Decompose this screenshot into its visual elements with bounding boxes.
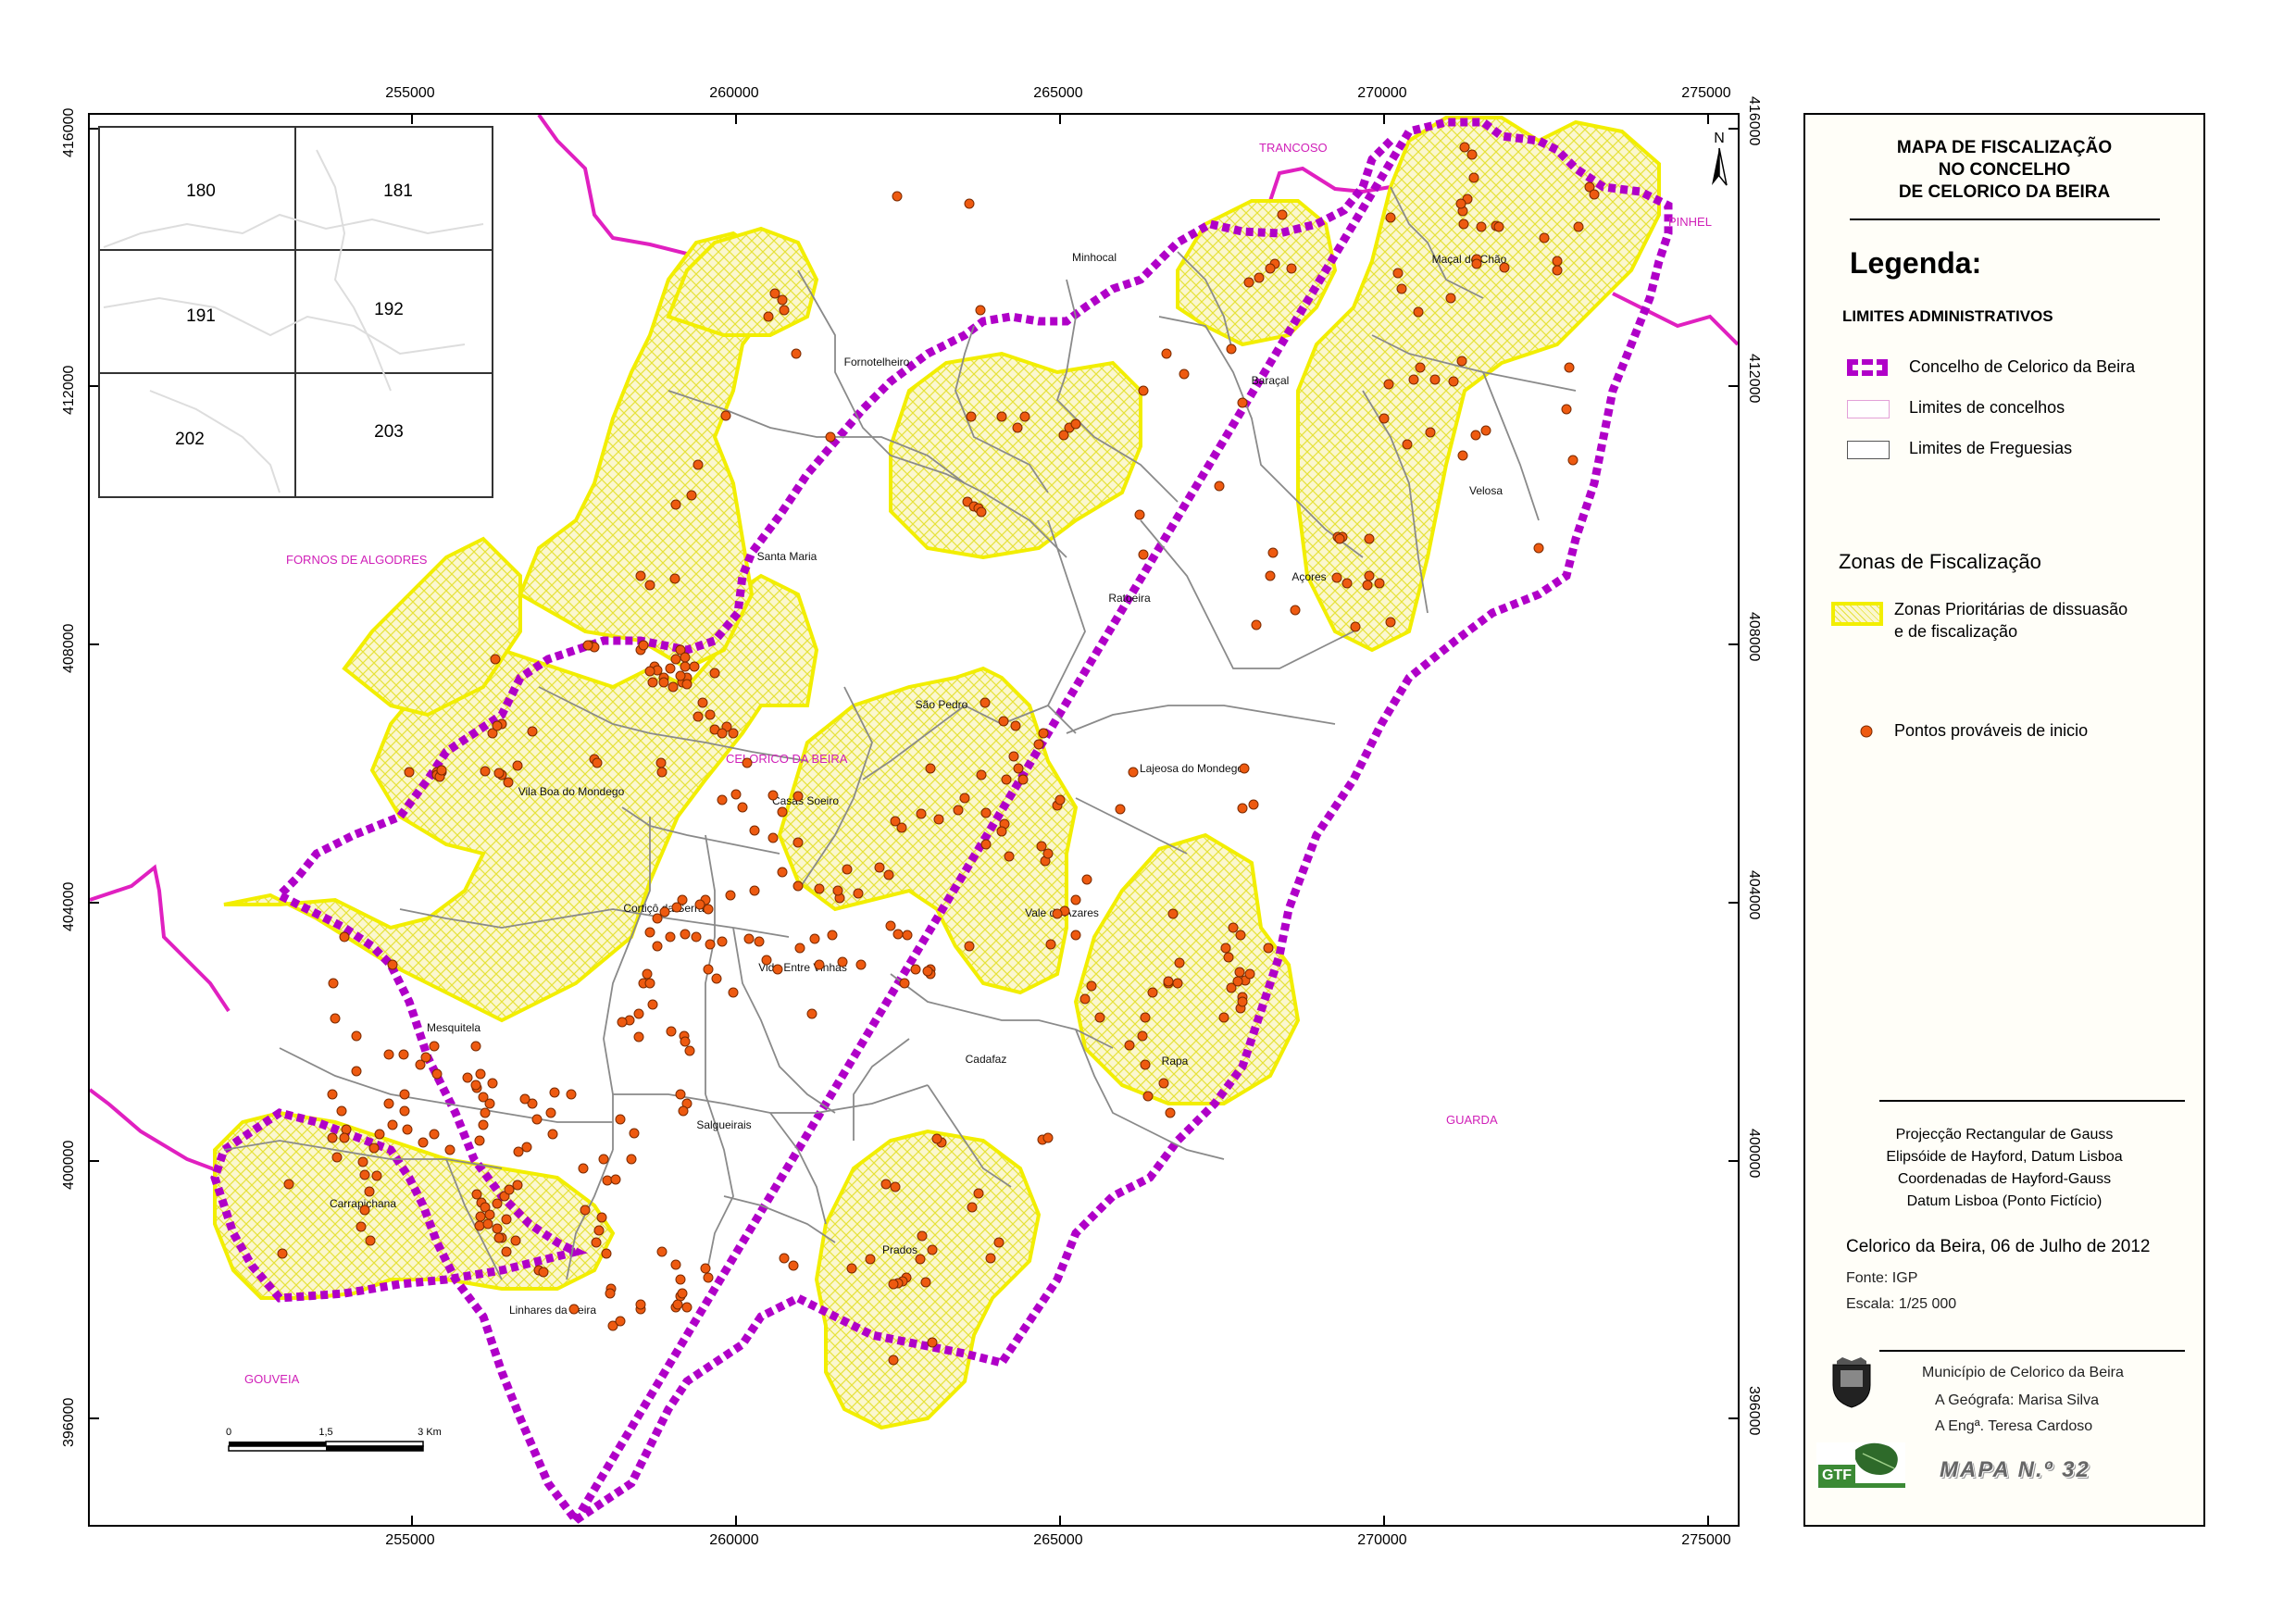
parish-label: Fornotelheiro (844, 356, 910, 368)
y-tick-label: 408000 (1746, 612, 1762, 662)
credit-municipality: Município de Celorico da Beira (1922, 1365, 2124, 1380)
inset-sheet-label: 202 (175, 430, 205, 449)
x-tick-label: 270000 (1357, 1532, 1407, 1548)
parish-label: Velosa (1469, 484, 1503, 497)
divider (1850, 218, 2160, 220)
legend-item-ignition-point: Pontos prováveis de inicio (1894, 721, 2089, 740)
parish-label: Santa Maria (757, 550, 817, 563)
parish-label: Lajeosa do Mondego (1140, 762, 1243, 775)
y-tick-label: 404000 (1746, 870, 1762, 920)
map-frame: 180 181 191 192 202 203 TRANCOSO PINHEL … (88, 113, 1740, 1527)
map-canvas: 180 181 191 192 202 203 TRANCOSO PINHEL … (90, 115, 1738, 1525)
parish-label: Vila Boa do Mondego (518, 785, 625, 798)
parish-label: São Pedro (916, 698, 968, 711)
x-tick-label: 255000 (385, 85, 435, 101)
map-source: Fonte: IGP (1846, 1270, 1918, 1286)
parish-label: Salgueirais (696, 1118, 751, 1131)
y-tick-label: 396000 (1746, 1386, 1762, 1436)
legend-item-county-limits: Limites de concelhos (1909, 398, 2065, 417)
parish-label: Ratoeira (1108, 592, 1151, 605)
map-title: MAPA DE FISCALIZAÇÃO NO CONCELHO DE CELO… (1896, 138, 2113, 202)
credit-engineer: A Engª. Teresa Cardoso (1935, 1418, 2093, 1434)
inset-sheet-label: 181 (383, 181, 413, 201)
x-tick-label: 265000 (1033, 85, 1083, 101)
north-label: N (1714, 131, 1725, 146)
credit-geographer: A Geógrafa: Marisa Silva (1935, 1392, 2099, 1408)
y-tick-label: 408000 (61, 623, 77, 673)
scale-bar: 0 1,5 3 Km (226, 1427, 442, 1452)
swatch-priority-zone (1831, 602, 1883, 626)
swatch-parish-limits (1847, 441, 1890, 459)
neighbor-label-pinhel: PINHEL (1668, 215, 1712, 229)
x-tick-label: 270000 (1357, 85, 1407, 101)
parish-label: Baraçal (1252, 374, 1290, 387)
inset-sheet-label: 191 (186, 306, 216, 326)
neighbor-label-gouveia: GOUVEIA (244, 1372, 300, 1386)
y-tick-label: 416000 (1746, 96, 1762, 146)
x-tick-label: 260000 (709, 85, 759, 101)
swatch-county-limits (1847, 400, 1890, 418)
scale-label: 1,5 (318, 1427, 332, 1438)
inset-sheet-label: 203 (374, 422, 404, 442)
gtf-logo-icon: GTF (1816, 1442, 1905, 1489)
parish-label: Cadafaz (966, 1053, 1007, 1066)
x-tick-label: 260000 (709, 1532, 759, 1548)
map-date: Celorico da Beira, 06 de Julho de 2012 (1846, 1237, 2151, 1256)
parish-label: Açores (1292, 570, 1326, 583)
svg-text:GTF: GTF (1822, 1467, 1852, 1483)
x-tick-label: 275000 (1681, 85, 1731, 101)
municipality-crest-icon (1832, 1357, 1871, 1408)
y-tick-label: 396000 (61, 1397, 77, 1447)
divider (1879, 1100, 2185, 1102)
inset-sheet-label: 180 (186, 181, 216, 201)
map-number: MAPA N.º 32 (1940, 1457, 2090, 1482)
y-tick-label: 412000 (1746, 354, 1762, 404)
x-tick-label: 265000 (1033, 1532, 1083, 1548)
y-tick-label: 400000 (61, 1140, 77, 1190)
parish-label: Casas Soeiro (772, 794, 839, 807)
admin-limits-heading: LIMITES ADMINISTRATIVOS (1842, 307, 2053, 325)
projection-info: Projecção Rectangular de Gauss Elipsóide… (1886, 1127, 2123, 1209)
parish-label: Maçal do Chão (1432, 253, 1507, 266)
scale-label: 0 (226, 1427, 231, 1438)
y-tick-label: 416000 (61, 107, 77, 157)
parish-label: Linhares da Beira (509, 1304, 596, 1317)
legend-item-parish-limits: Limites de Freguesias (1909, 439, 2073, 457)
north-arrow: N (1712, 131, 1728, 186)
parish-label: Minhocal (1072, 251, 1117, 264)
legend-heading: Legenda: (1850, 246, 1982, 280)
neighbor-label-trancoso: TRANCOSO (1259, 141, 1328, 155)
legend-item-county: Concelho de Celorico da Beira (1909, 357, 2136, 376)
parish-label: Vide Entre Vinhas (758, 961, 847, 974)
swatch-ignition-point (1860, 725, 1873, 738)
neighbor-label-guarda: GUARDA (1446, 1113, 1498, 1127)
divider (1879, 1350, 2185, 1352)
y-tick-label: 400000 (1746, 1129, 1762, 1179)
parish-label: Mesquitela (427, 1021, 480, 1034)
scale-label: 3 Km (418, 1427, 442, 1438)
parish-label: Rapa (1162, 1055, 1189, 1067)
neighbor-label-fornos: FORNOS DE ALGODRES (286, 553, 428, 567)
inset-sheet-label: 192 (374, 300, 404, 319)
y-tick-label: 404000 (61, 881, 77, 931)
legend-item-priority-zone: Zonas Prioritárias de dissuasão e de fis… (1894, 600, 2128, 641)
zones-heading: Zonas de Fiscalização (1839, 550, 2041, 573)
swatch-county-boundary (1847, 359, 1888, 376)
y-tick-label: 412000 (61, 365, 77, 415)
x-tick-label: 275000 (1681, 1532, 1731, 1548)
map-scale: Escala: 1/25 000 (1846, 1296, 1957, 1312)
inset-sheet-index: 180 181 191 192 202 203 (98, 126, 493, 498)
legend-panel: MAPA DE FISCALIZAÇÃO NO CONCELHO DE CELO… (1803, 113, 2205, 1527)
x-tick-label: 255000 (385, 1532, 435, 1548)
parish-label: Prados (882, 1243, 917, 1256)
